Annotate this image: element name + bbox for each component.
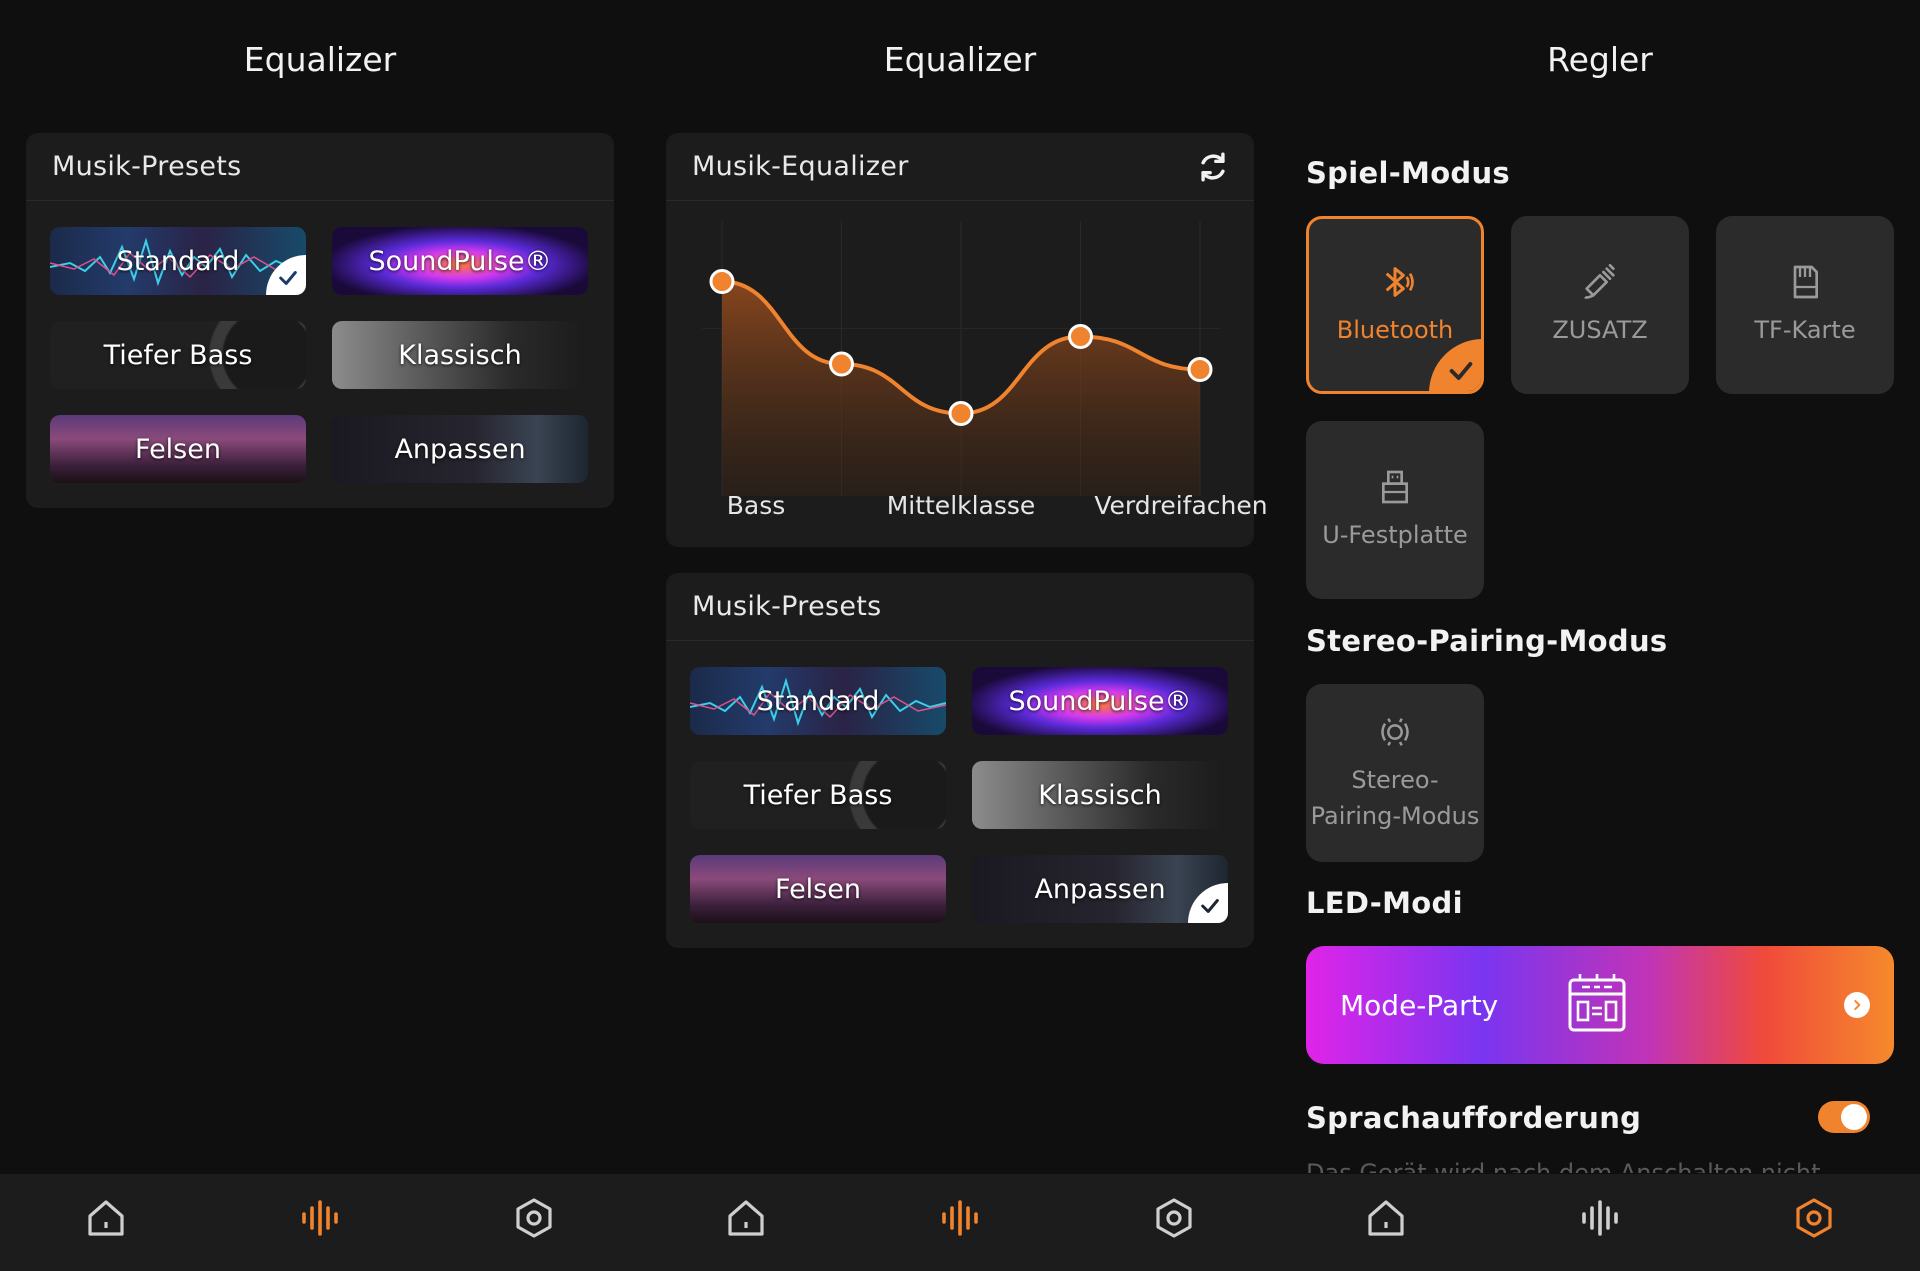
chevron-right-icon <box>1844 992 1870 1018</box>
mode-label: Bluetooth <box>1336 316 1454 344</box>
home-icon[interactable] <box>722 1194 770 1242</box>
voice-description-text: Das Gerät wird nach dem Anschalten nicht <box>1306 1159 1821 1173</box>
mode-label-line2: Pairing-Modus <box>1310 802 1480 830</box>
settings-icon[interactable] <box>510 1194 558 1242</box>
settings-icon[interactable] <box>1790 1194 1838 1242</box>
preset-standard[interactable]: Standard <box>690 667 946 735</box>
preset-anpassen[interactable]: Anpassen <box>972 855 1228 923</box>
voice-prompt-toggle[interactable] <box>1818 1101 1870 1133</box>
mode-label: ZUSATZ <box>1552 316 1648 344</box>
section-title-led: LED-Modi <box>1306 886 1463 920</box>
preset-label: Standard <box>756 685 880 717</box>
preset-anpassen[interactable]: Anpassen <box>332 415 588 483</box>
preset-tiefer-bass[interactable]: Tiefer Bass <box>50 321 306 389</box>
party-speaker-icon <box>1568 974 1626 1032</box>
sd-card-icon <box>1793 265 1818 299</box>
preset-label: Tiefer Bass <box>743 779 893 811</box>
preset-klassisch[interactable]: Klassisch <box>972 761 1228 829</box>
page-title: Equalizer <box>883 40 1037 79</box>
section-title-stereo: Stereo-Pairing-Modus <box>1306 624 1668 658</box>
section-title-spiel-modus: Spiel-Modus <box>1306 156 1510 190</box>
mode-bluetooth[interactable]: Bluetooth <box>1306 216 1484 394</box>
stereo-pairing-icon <box>1381 718 1409 746</box>
preset-soundpulse[interactable]: SoundPulse® <box>332 227 588 295</box>
equalizer-card: Musik-Equalizer Bass Mittelklasse Verdre… <box>666 133 1268 547</box>
eq-label-bass: Bass <box>726 491 786 520</box>
equalizer-icon[interactable] <box>1576 1194 1624 1242</box>
presets-card-header: Musik-Presets <box>666 573 1254 641</box>
equalizer-icon[interactable] <box>936 1194 984 1242</box>
mode-zusatz[interactable]: ZUSATZ <box>1511 216 1689 394</box>
led-mode-label: Mode-Party <box>1340 988 1499 1022</box>
mode-stereo-pairing[interactable]: Stereo- Pairing-Modus <box>1306 684 1484 862</box>
preset-label: Anpassen <box>394 433 526 465</box>
equalizer-card-header: Musik-Equalizer <box>666 133 1254 201</box>
eq-band-handle[interactable] <box>829 351 854 377</box>
preset-klassisch[interactable]: Klassisch <box>332 321 588 389</box>
page-title: Regler <box>1547 40 1653 79</box>
preset-label: Standard <box>116 245 240 277</box>
preset-felsen[interactable]: Felsen <box>690 855 946 923</box>
aux-icon <box>1584 264 1615 299</box>
led-mode-banner[interactable]: Mode-Party <box>1306 946 1894 1064</box>
toggle-knob <box>1841 1104 1867 1130</box>
section-title-voice: Sprachaufforderung <box>1306 1101 1642 1135</box>
preset-tiefer-bass[interactable]: Tiefer Bass <box>690 761 946 829</box>
settings-icon[interactable] <box>1150 1194 1198 1242</box>
preset-standard[interactable]: Standard <box>50 227 306 295</box>
presets-card-header: Musik-Presets <box>26 133 614 201</box>
preset-soundpulse[interactable]: SoundPulse® <box>972 667 1228 735</box>
preset-label: SoundPulse® <box>368 245 552 277</box>
preset-label: Anpassen <box>1034 873 1166 905</box>
mode-tf-karte[interactable]: TF-Karte <box>1716 216 1894 394</box>
home-icon[interactable] <box>1362 1194 1410 1242</box>
equalizer-icon[interactable] <box>296 1194 344 1242</box>
preset-label: Felsen <box>135 433 221 465</box>
preset-label: Tiefer Bass <box>103 339 253 371</box>
preset-label: Felsen <box>775 873 861 905</box>
preset-label: Klassisch <box>398 339 522 371</box>
preset-label: Klassisch <box>1038 779 1162 811</box>
refresh-icon[interactable] <box>1196 150 1230 184</box>
mode-u-festplatte[interactable]: U-Festplatte <box>1306 421 1484 599</box>
presets-card: Musik-Presets Standard SoundPulse® Tiefe… <box>26 133 614 508</box>
mode-label: U-Festplatte <box>1322 521 1468 549</box>
eq-label-treble: Verdreifachen <box>1094 491 1268 520</box>
eq-band-handle[interactable] <box>1187 357 1213 382</box>
bluetooth-icon <box>1385 267 1414 297</box>
selected-check-icon <box>1188 883 1228 923</box>
eq-band-handle[interactable] <box>709 269 735 294</box>
preset-label: SoundPulse® <box>1008 685 1192 717</box>
home-icon[interactable] <box>82 1194 130 1242</box>
preset-felsen[interactable]: Felsen <box>50 415 306 483</box>
page-title: Equalizer <box>243 40 397 79</box>
eq-band-handle[interactable] <box>948 401 974 426</box>
eq-band-handle[interactable] <box>1068 324 1093 349</box>
eq-label-mid: Mittelklasse <box>886 491 1036 520</box>
presets-card: Musik-Presets Standard SoundPulse® Tiefe… <box>666 573 1254 948</box>
mode-label-line1: Stereo- <box>1351 766 1439 794</box>
usb-icon <box>1382 470 1408 504</box>
mode-label: TF-Karte <box>1754 316 1856 344</box>
bottom-tab-bar <box>0 1174 1920 1271</box>
